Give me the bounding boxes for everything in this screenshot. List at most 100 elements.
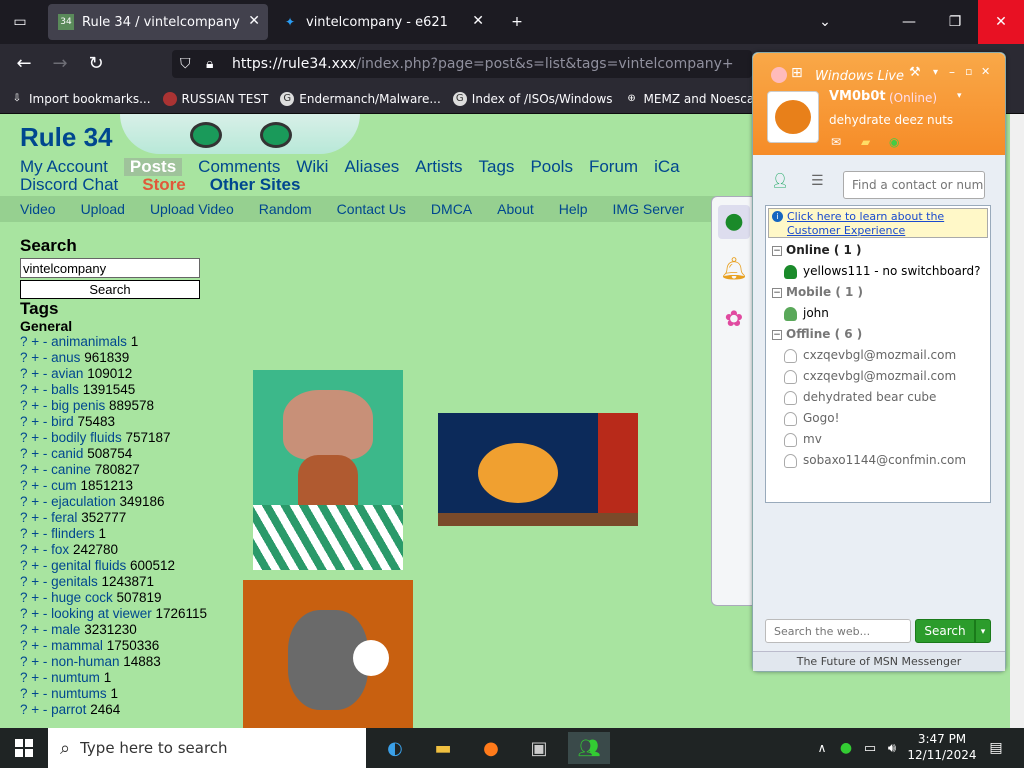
nav-posts[interactable]: Posts: [123, 158, 183, 176]
contacts-buddy-icon[interactable]: ●: [718, 205, 750, 239]
minimize-icon[interactable]: –: [949, 65, 955, 79]
clock[interactable]: 3:47 PM 12/11/2024: [902, 731, 982, 763]
volume-icon[interactable]: 🔊︎: [882, 732, 902, 764]
tag-link[interactable]: avian: [51, 366, 83, 381]
nav-store[interactable]: Store: [142, 176, 185, 194]
tray-messenger-icon[interactable]: ●: [836, 732, 856, 764]
contact-item[interactable]: yellows111 - no switchboard?: [766, 261, 990, 282]
close-tab-icon[interactable]: ✕: [248, 13, 260, 29]
tag-link[interactable]: animanimals: [51, 334, 127, 349]
tag-actions[interactable]: ? + -: [20, 382, 47, 397]
close-tab-icon[interactable]: ✕: [472, 13, 484, 29]
contact-item[interactable]: sobaxo1144@confmin.com: [766, 450, 990, 471]
status-menu-icon[interactable]: ▾: [957, 91, 962, 101]
subnav-about[interactable]: About: [497, 201, 534, 217]
contact-item[interactable]: cxzqevbgl@mozmail.com: [766, 345, 990, 366]
shield-icon[interactable]: ⛉: [180, 50, 191, 78]
nav-tags[interactable]: Tags: [479, 158, 515, 176]
search-dropdown-icon[interactable]: ▾: [975, 619, 991, 643]
tab-overview-icon[interactable]: ▭: [0, 0, 40, 44]
tag-actions[interactable]: ? + -: [20, 510, 47, 525]
web-search-input[interactable]: [765, 619, 911, 643]
tag-link[interactable]: anus: [51, 350, 80, 365]
post-thumbnail[interactable]: [253, 370, 403, 570]
bookmark-isos[interactable]: G Index of /ISOs/Windows: [452, 91, 613, 106]
tag-link[interactable]: non-human: [51, 654, 119, 669]
lock-icon[interactable]: 🔒︎: [206, 50, 213, 78]
nav-forum[interactable]: Forum: [589, 158, 638, 176]
maximize-icon[interactable]: ▫: [965, 65, 972, 78]
nav-my-account[interactable]: My Account: [20, 158, 108, 176]
new-tab-icon[interactable]: +: [494, 0, 540, 44]
tag-actions[interactable]: ? + -: [20, 622, 47, 637]
contact-item[interactable]: mv: [766, 429, 990, 450]
tag-actions[interactable]: ? + -: [20, 366, 47, 381]
tag-link[interactable]: parrot: [51, 702, 86, 717]
tag-link[interactable]: numtum: [51, 670, 100, 685]
tag-link[interactable]: ejaculation: [51, 494, 116, 509]
subnav-dmca[interactable]: DMCA: [431, 201, 472, 217]
firefox-icon[interactable]: ●: [470, 732, 512, 764]
nav-icash[interactable]: iCa: [654, 158, 680, 176]
subnav-help[interactable]: Help: [559, 201, 588, 217]
tag-link[interactable]: big penis: [51, 398, 105, 413]
tag-actions[interactable]: ? + -: [20, 654, 47, 669]
forward-icon[interactable]: →: [48, 52, 72, 76]
menu-icon[interactable]: ▾: [933, 67, 938, 78]
close-icon[interactable]: ✕: [981, 65, 990, 78]
reload-icon[interactable]: ↻: [84, 52, 108, 76]
tag-actions[interactable]: ? + -: [20, 702, 47, 717]
tab-rule34[interactable]: 34 Rule 34 / vintelcompany ✕: [48, 4, 268, 40]
tag-actions[interactable]: ? + -: [20, 334, 47, 349]
banner-link[interactable]: Click here to learn about the Customer E…: [787, 210, 944, 237]
tag-link[interactable]: canid: [51, 446, 83, 461]
messenger-taskbar-icon[interactable]: 👥︎: [568, 732, 610, 764]
tag-link[interactable]: genital fluids: [51, 558, 126, 573]
nav-wiki[interactable]: Wiki: [296, 158, 328, 176]
tag-actions[interactable]: ? + -: [20, 638, 47, 653]
bookmark-endermanch[interactable]: G Endermanch/Malware...: [280, 91, 441, 106]
minimize-icon[interactable]: —: [886, 0, 932, 44]
contact-item[interactable]: john: [766, 303, 990, 324]
post-thumbnail[interactable]: [243, 580, 413, 728]
online-status[interactable]: (Online): [889, 91, 937, 105]
tag-actions[interactable]: ? + -: [20, 606, 47, 621]
tag-search-input[interactable]: [20, 258, 200, 278]
collapse-icon[interactable]: −: [772, 329, 782, 340]
contact-group-header[interactable]: − Online ( 1 ): [766, 240, 990, 261]
tag-actions[interactable]: ? + -: [20, 478, 47, 493]
nav-artists[interactable]: Artists: [415, 158, 462, 176]
subnav-video[interactable]: Video: [20, 201, 56, 217]
web-search-button[interactable]: Search: [915, 619, 975, 643]
site-logo[interactable]: Rule 34: [20, 122, 113, 153]
tag-actions[interactable]: ? + -: [20, 414, 47, 429]
start-button[interactable]: [0, 728, 48, 768]
butterfly-icon[interactable]: ✿: [718, 303, 750, 337]
subnav-contact-us[interactable]: Contact Us: [337, 201, 406, 217]
avatar[interactable]: [767, 91, 819, 143]
post-thumbnail[interactable]: [438, 413, 638, 526]
page-scrollbar[interactable]: [1010, 114, 1024, 728]
file-explorer-icon[interactable]: ▬: [422, 732, 464, 764]
tag-link[interactable]: fox: [51, 542, 69, 557]
tag-actions[interactable]: ? + -: [20, 494, 47, 509]
nav-discord-chat[interactable]: Discord Chat: [20, 176, 118, 194]
tag-actions[interactable]: ? + -: [20, 590, 47, 605]
contact-group-header[interactable]: − Offline ( 6 ): [766, 324, 990, 345]
tag-actions[interactable]: ? + -: [20, 542, 47, 557]
tag-actions[interactable]: ? + -: [20, 462, 47, 477]
alerts-bell-icon[interactable]: 🔔︎: [718, 253, 750, 287]
nav-comments[interactable]: Comments: [198, 158, 280, 176]
personal-message[interactable]: dehydrate deez nuts: [829, 113, 953, 127]
add-contact-icon[interactable]: 👤︎: [771, 173, 789, 189]
back-icon[interactable]: ←: [12, 52, 36, 76]
tag-actions[interactable]: ? + -: [20, 526, 47, 541]
search-button[interactable]: Search: [20, 280, 200, 299]
tag-link[interactable]: bodily fluids: [51, 430, 122, 445]
tag-link[interactable]: feral: [51, 510, 77, 525]
app-window-icon[interactable]: ▣: [518, 732, 560, 764]
tab-e621[interactable]: ✦ vintelcompany - e621 ✕: [272, 4, 492, 40]
tag-link[interactable]: canine: [51, 462, 91, 477]
list-tabs-chevron-icon[interactable]: ⌄: [802, 0, 848, 44]
contact-group-header[interactable]: − Mobile ( 1 ): [766, 282, 990, 303]
